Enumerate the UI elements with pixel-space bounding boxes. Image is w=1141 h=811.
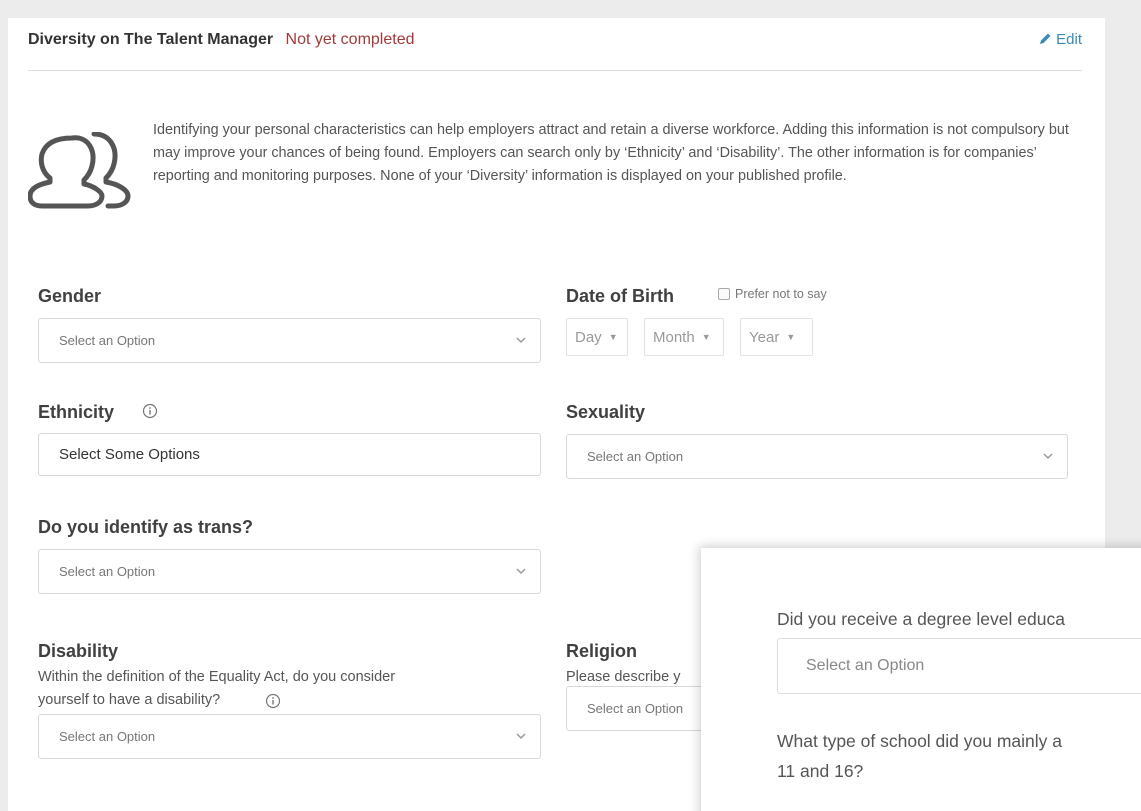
religion-label: Religion (566, 641, 637, 661)
dob-year-select[interactable]: Year ▼ (740, 318, 813, 356)
ethnicity-label: Ethnicity (38, 402, 115, 422)
school-type-question-line2: 11 and 16? (777, 761, 864, 781)
gender-select[interactable]: Select an Option (38, 318, 541, 363)
trans-select[interactable]: Select an Option (38, 549, 541, 594)
degree-question: Did you receive a degree level educa (777, 609, 1065, 629)
intro-text: Identifying your personal characteristic… (153, 122, 1069, 184)
sexuality-label: Sexuality (566, 402, 646, 422)
people-icon (28, 132, 131, 209)
education-overlay-panel: Did you receive a degree level educa Sel… (701, 548, 1141, 811)
dob-year-value: Year (749, 328, 780, 346)
info-icon[interactable] (142, 403, 158, 419)
section-header: Diversity on The Talent Manager Not yet … (28, 30, 1082, 50)
degree-select-value: Select an Option (806, 657, 925, 674)
caret-down-icon: ▼ (608, 332, 618, 342)
trans-label: Do you identify as trans? (38, 517, 254, 537)
chevron-down-icon (516, 732, 526, 739)
trans-select-value: Select an Option (59, 564, 156, 579)
pencil-icon (1040, 33, 1051, 44)
disability-select-value: Select an Option (59, 729, 156, 744)
prefer-not-to-say-label: Prefer not to say (735, 287, 827, 301)
dob-label: Date of Birth (566, 286, 674, 306)
dob-month-value: Month (653, 328, 695, 346)
school-type-question-line1: What type of school did you mainly a (777, 731, 1063, 751)
completion-status: Not yet completed (285, 31, 415, 48)
disability-help-line2: yourself to have a disability? (38, 692, 221, 708)
edit-label: Edit (1056, 31, 1082, 48)
dob-day-select[interactable]: Day ▼ (566, 318, 628, 356)
disability-select[interactable]: Select an Option (38, 714, 541, 759)
degree-select[interactable]: Select an Option (777, 638, 1141, 694)
disability-label: Disability (38, 641, 119, 661)
gender-select-value: Select an Option (59, 333, 156, 348)
info-icon[interactable] (265, 693, 281, 709)
prefer-not-to-say-checkbox[interactable] (718, 288, 730, 300)
edit-button[interactable]: Edit (1038, 30, 1082, 50)
section-title: Diversity on The Talent Manager (28, 31, 274, 48)
caret-down-icon: ▼ (786, 332, 796, 342)
chevron-down-icon (516, 336, 526, 343)
dob-day-value: Day (575, 328, 602, 346)
chevron-down-icon (516, 567, 526, 574)
dob-month-select[interactable]: Month ▼ (644, 318, 724, 356)
gender-label: Gender (38, 286, 102, 306)
ethnicity-multiselect[interactable]: Select Some Options (38, 433, 541, 476)
header-divider (28, 70, 1082, 71)
chevron-down-icon (1043, 452, 1053, 459)
caret-down-icon: ▼ (701, 332, 711, 342)
disability-help-line1: Within the definition of the Equality Ac… (38, 669, 396, 685)
religion-select-value: Select an Option (587, 701, 684, 716)
ethnicity-placeholder: Select Some Options (59, 446, 200, 463)
sexuality-select[interactable]: Select an Option (566, 434, 1068, 479)
school-type-question: What type of school did you mainly a 11 … (777, 726, 1141, 786)
sexuality-select-value: Select an Option (587, 449, 684, 464)
